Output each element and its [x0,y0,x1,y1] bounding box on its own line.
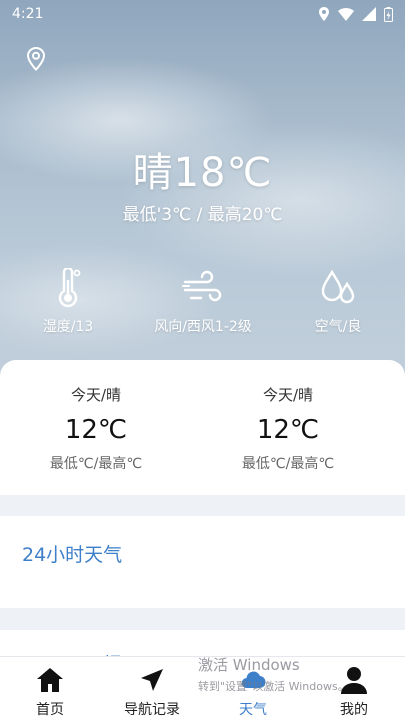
nav-mine[interactable]: 我的 [314,665,394,719]
status-time: 4:21 [12,6,44,22]
forecast-day-title: 今天/晴 [70,386,122,404]
user-icon [314,665,394,695]
nav-home[interactable]: 首页 [10,665,90,719]
weather-icon [213,665,293,695]
hourly-weather-section[interactable]: 24小时天气 [0,516,405,608]
metric-air: 空气/良 [300,268,376,336]
weather-metrics: 湿度/13 风向/西风1-2级 空气/良 [0,268,405,348]
forecast-day-temp: 12℃ [256,415,320,445]
navigation-arrow-icon [112,665,192,695]
wind-icon [140,268,266,308]
metric-humidity: 湿度/13 [30,268,106,336]
nav-weather[interactable]: 天气 [213,665,293,719]
metric-humidity-label: 湿度/13 [42,319,94,335]
forecast-day: 今天/晴 12℃ 最低℃/最高℃ [6,384,186,473]
forecast-card: 今天/晴 12℃ 最低℃/最高℃ 今天/晴 12℃ 最低℃/最高℃ [0,360,405,495]
battery-status-icon [384,6,393,22]
nav-navigation-records[interactable]: 导航记录 [112,665,192,719]
current-temperature: 晴18℃ [132,150,273,196]
location-pin-icon[interactable] [24,46,48,72]
metric-wind-label: 风向/西风1-2级 [154,319,252,335]
nav-home-label: 首页 [36,702,64,718]
forecast-day-temp: 12℃ [64,415,128,445]
water-drops-icon [300,268,376,308]
hourly-weather-title: 24小时天气 [22,544,123,566]
current-temp-range: 最低'3℃ / 最高20℃ [122,205,283,225]
wifi-status-icon [338,8,354,21]
nav-weather-label: 天气 [239,702,267,718]
status-bar: 4:21 [0,0,405,28]
forecast-day-range: 最低℃/最高℃ [241,456,335,472]
forecast-day: 今天/晴 12℃ 最低℃/最高℃ [198,384,378,473]
metric-wind: 风向/西风1-2级 [140,268,266,336]
home-icon [10,665,90,695]
signal-status-icon [362,7,376,21]
location-status-icon [319,7,329,21]
thermometer-icon [30,268,106,308]
bottom-navigation: 首页 导航记录 天气 我的 [0,656,405,720]
status-icons [318,6,393,22]
metric-air-label: 空气/良 [314,319,362,335]
nav-navigation-records-label: 导航记录 [124,702,180,718]
forecast-day-range: 最低℃/最高℃ [49,456,143,472]
forecast-day-title: 今天/晴 [262,386,314,404]
nav-mine-label: 我的 [340,702,368,718]
